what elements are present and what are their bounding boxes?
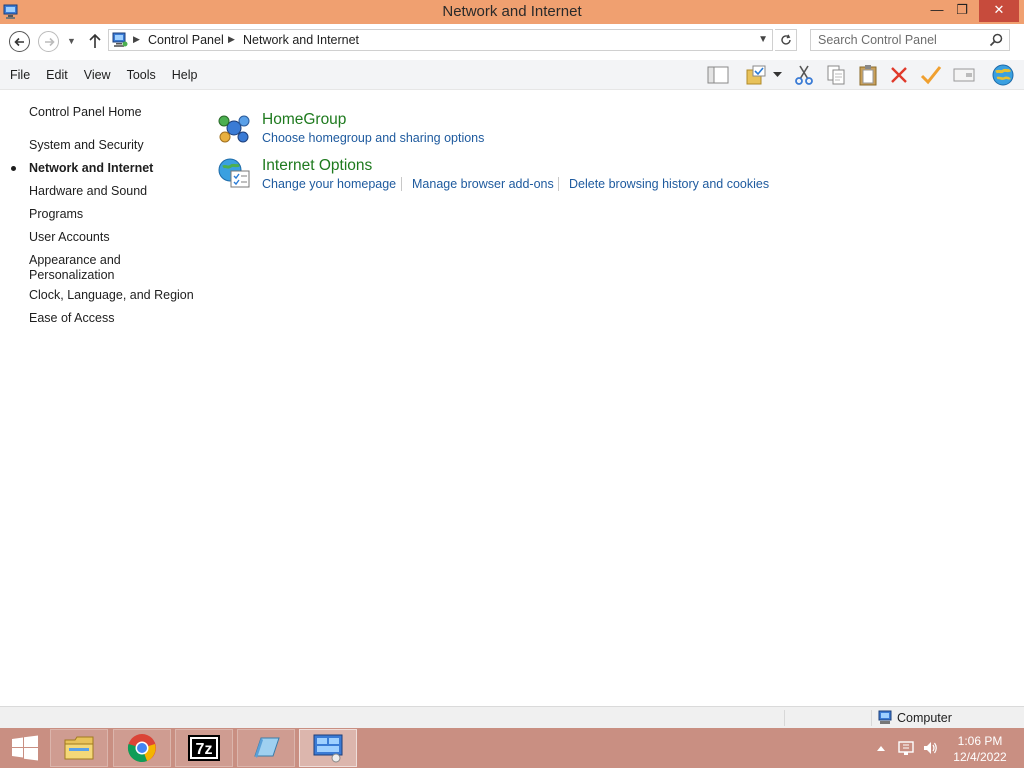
taskbar-file-explorer[interactable]: [50, 729, 108, 767]
link-separator: [401, 177, 402, 191]
menu-view[interactable]: View: [84, 68, 111, 82]
chrome-icon: [127, 734, 156, 762]
dropdown-button[interactable]: [770, 63, 784, 87]
checkmark-button[interactable]: [918, 63, 944, 87]
sidebar-item-clock-language-and-region[interactable]: Clock, Language, and Region: [29, 288, 194, 303]
sidebar-item-system-and-security[interactable]: System and Security: [29, 138, 144, 153]
homegroup-sharing-link[interactable]: Choose homegroup and sharing options: [262, 131, 484, 145]
control-panel-icon: [313, 734, 343, 763]
taskbar-notepad[interactable]: [237, 729, 295, 767]
folder-check-icon: [746, 65, 766, 85]
chevron-down-icon[interactable]: ▼: [758, 34, 768, 45]
checkmark-icon: [920, 66, 942, 85]
sidebar-item-appearance-and-personalization[interactable]: Appearance and Personalization: [29, 253, 139, 283]
folder-check-button[interactable]: [743, 63, 769, 87]
status-separator: [784, 710, 785, 726]
menu-file[interactable]: File: [10, 68, 30, 82]
copy-button[interactable]: [823, 63, 849, 87]
status-bar: Computer: [0, 706, 1024, 728]
taskbar-clock[interactable]: 1:06 PM 12/4/2022: [950, 733, 1010, 765]
sidebar-item-ease-of-access[interactable]: Ease of Access: [29, 311, 114, 326]
search-icon[interactable]: [989, 33, 1003, 47]
maximize-button[interactable]: ❐: [947, 0, 977, 22]
delete-icon: [891, 67, 907, 83]
link-separator: [558, 177, 559, 191]
globe-icon: [992, 64, 1014, 86]
start-button[interactable]: [0, 729, 50, 767]
start-icon: [12, 735, 38, 761]
title-bar: Network and Internet — ❐ ✕: [0, 0, 1024, 24]
search-box[interactable]: [810, 29, 1010, 51]
sidebar-item-user-accounts[interactable]: User Accounts: [29, 230, 110, 245]
paste-button[interactable]: [855, 63, 881, 87]
arrow-left-icon: [13, 37, 24, 46]
refresh-button[interactable]: [775, 29, 797, 51]
notepad-icon: [254, 737, 280, 758]
arrow-right-icon: [44, 37, 55, 46]
network-icon[interactable]: [898, 740, 914, 756]
window-title: Network and Internet: [442, 3, 582, 20]
breadcrumb-network-and-internet[interactable]: Network and Internet: [243, 33, 359, 47]
forward-button[interactable]: [38, 31, 59, 52]
volume-icon[interactable]: [922, 740, 938, 756]
sidebar-home-link[interactable]: Control Panel Home: [29, 105, 142, 120]
paste-icon: [859, 65, 877, 86]
status-location-label: Computer: [897, 711, 952, 725]
recent-locations-dropdown[interactable]: ▼: [67, 36, 77, 46]
menu-bar: File Edit View Tools Help: [0, 68, 197, 82]
layout-pane-icon: [707, 66, 729, 84]
manage-addons-link[interactable]: Manage browser add-ons: [412, 177, 554, 191]
delete-browsing-history-link[interactable]: Delete browsing history and cookies: [569, 177, 769, 191]
show-hidden-icons-icon[interactable]: [876, 744, 886, 752]
taskbar: 7z 1:06 PM 12/4/2022: [0, 728, 1024, 768]
clock-date: 12/4/2022: [953, 750, 1007, 764]
properties-icon: [953, 68, 975, 82]
current-item-bullet: [11, 166, 16, 171]
svg-text:7z: 7z: [196, 741, 213, 758]
file-explorer-icon: [64, 736, 94, 760]
sidebar-item-hardware-and-sound[interactable]: Hardware and Sound: [29, 184, 147, 199]
address-bar[interactable]: ▶ Control Panel ▶ Network and Internet ▼: [108, 29, 773, 51]
taskbar-7zip[interactable]: 7z: [175, 729, 233, 767]
menu-tools[interactable]: Tools: [127, 68, 156, 82]
copy-icon: [827, 65, 845, 85]
menu-edit[interactable]: Edit: [46, 68, 68, 82]
properties-button[interactable]: [951, 63, 977, 87]
computer-icon: [878, 710, 892, 724]
dropdown-arrow-icon: [772, 72, 782, 77]
layout-pane-button[interactable]: [705, 63, 731, 87]
sidebar-item-network-and-internet[interactable]: Network and Internet: [29, 161, 153, 176]
status-separator: [871, 710, 872, 726]
change-homepage-link[interactable]: Change your homepage: [262, 177, 396, 191]
cut-icon: [795, 65, 813, 85]
breadcrumb-arrow-icon[interactable]: ▶: [228, 34, 235, 45]
back-button[interactable]: [9, 31, 30, 52]
internet-options-icon[interactable]: [217, 157, 251, 191]
breadcrumb-control-panel[interactable]: Control Panel: [148, 33, 224, 47]
menu-toolbar-row: File Edit View Tools Help: [0, 60, 1024, 90]
delete-button[interactable]: [886, 63, 912, 87]
search-input[interactable]: [811, 30, 981, 50]
homegroup-title[interactable]: HomeGroup: [262, 111, 346, 129]
menu-help[interactable]: Help: [172, 68, 198, 82]
up-arrow-icon[interactable]: [88, 33, 102, 49]
control-panel-icon: [112, 32, 128, 47]
internet-options-title[interactable]: Internet Options: [262, 157, 372, 175]
globe-button[interactable]: [990, 63, 1016, 87]
taskbar-control-panel[interactable]: [299, 729, 357, 767]
7zip-icon: 7z: [188, 735, 220, 761]
breadcrumb-arrow-icon[interactable]: ▶: [133, 34, 140, 45]
taskbar-chrome[interactable]: [113, 729, 171, 767]
homegroup-icon[interactable]: [217, 111, 251, 145]
cut-button[interactable]: [791, 63, 817, 87]
refresh-icon: [780, 34, 791, 45]
clock-time: 1:06 PM: [957, 734, 1003, 748]
address-row: ▼ ▶ Control Panel ▶ Network and Internet…: [0, 24, 1024, 60]
sidebar-item-programs[interactable]: Programs: [29, 207, 83, 222]
close-button[interactable]: ✕: [979, 0, 1019, 22]
